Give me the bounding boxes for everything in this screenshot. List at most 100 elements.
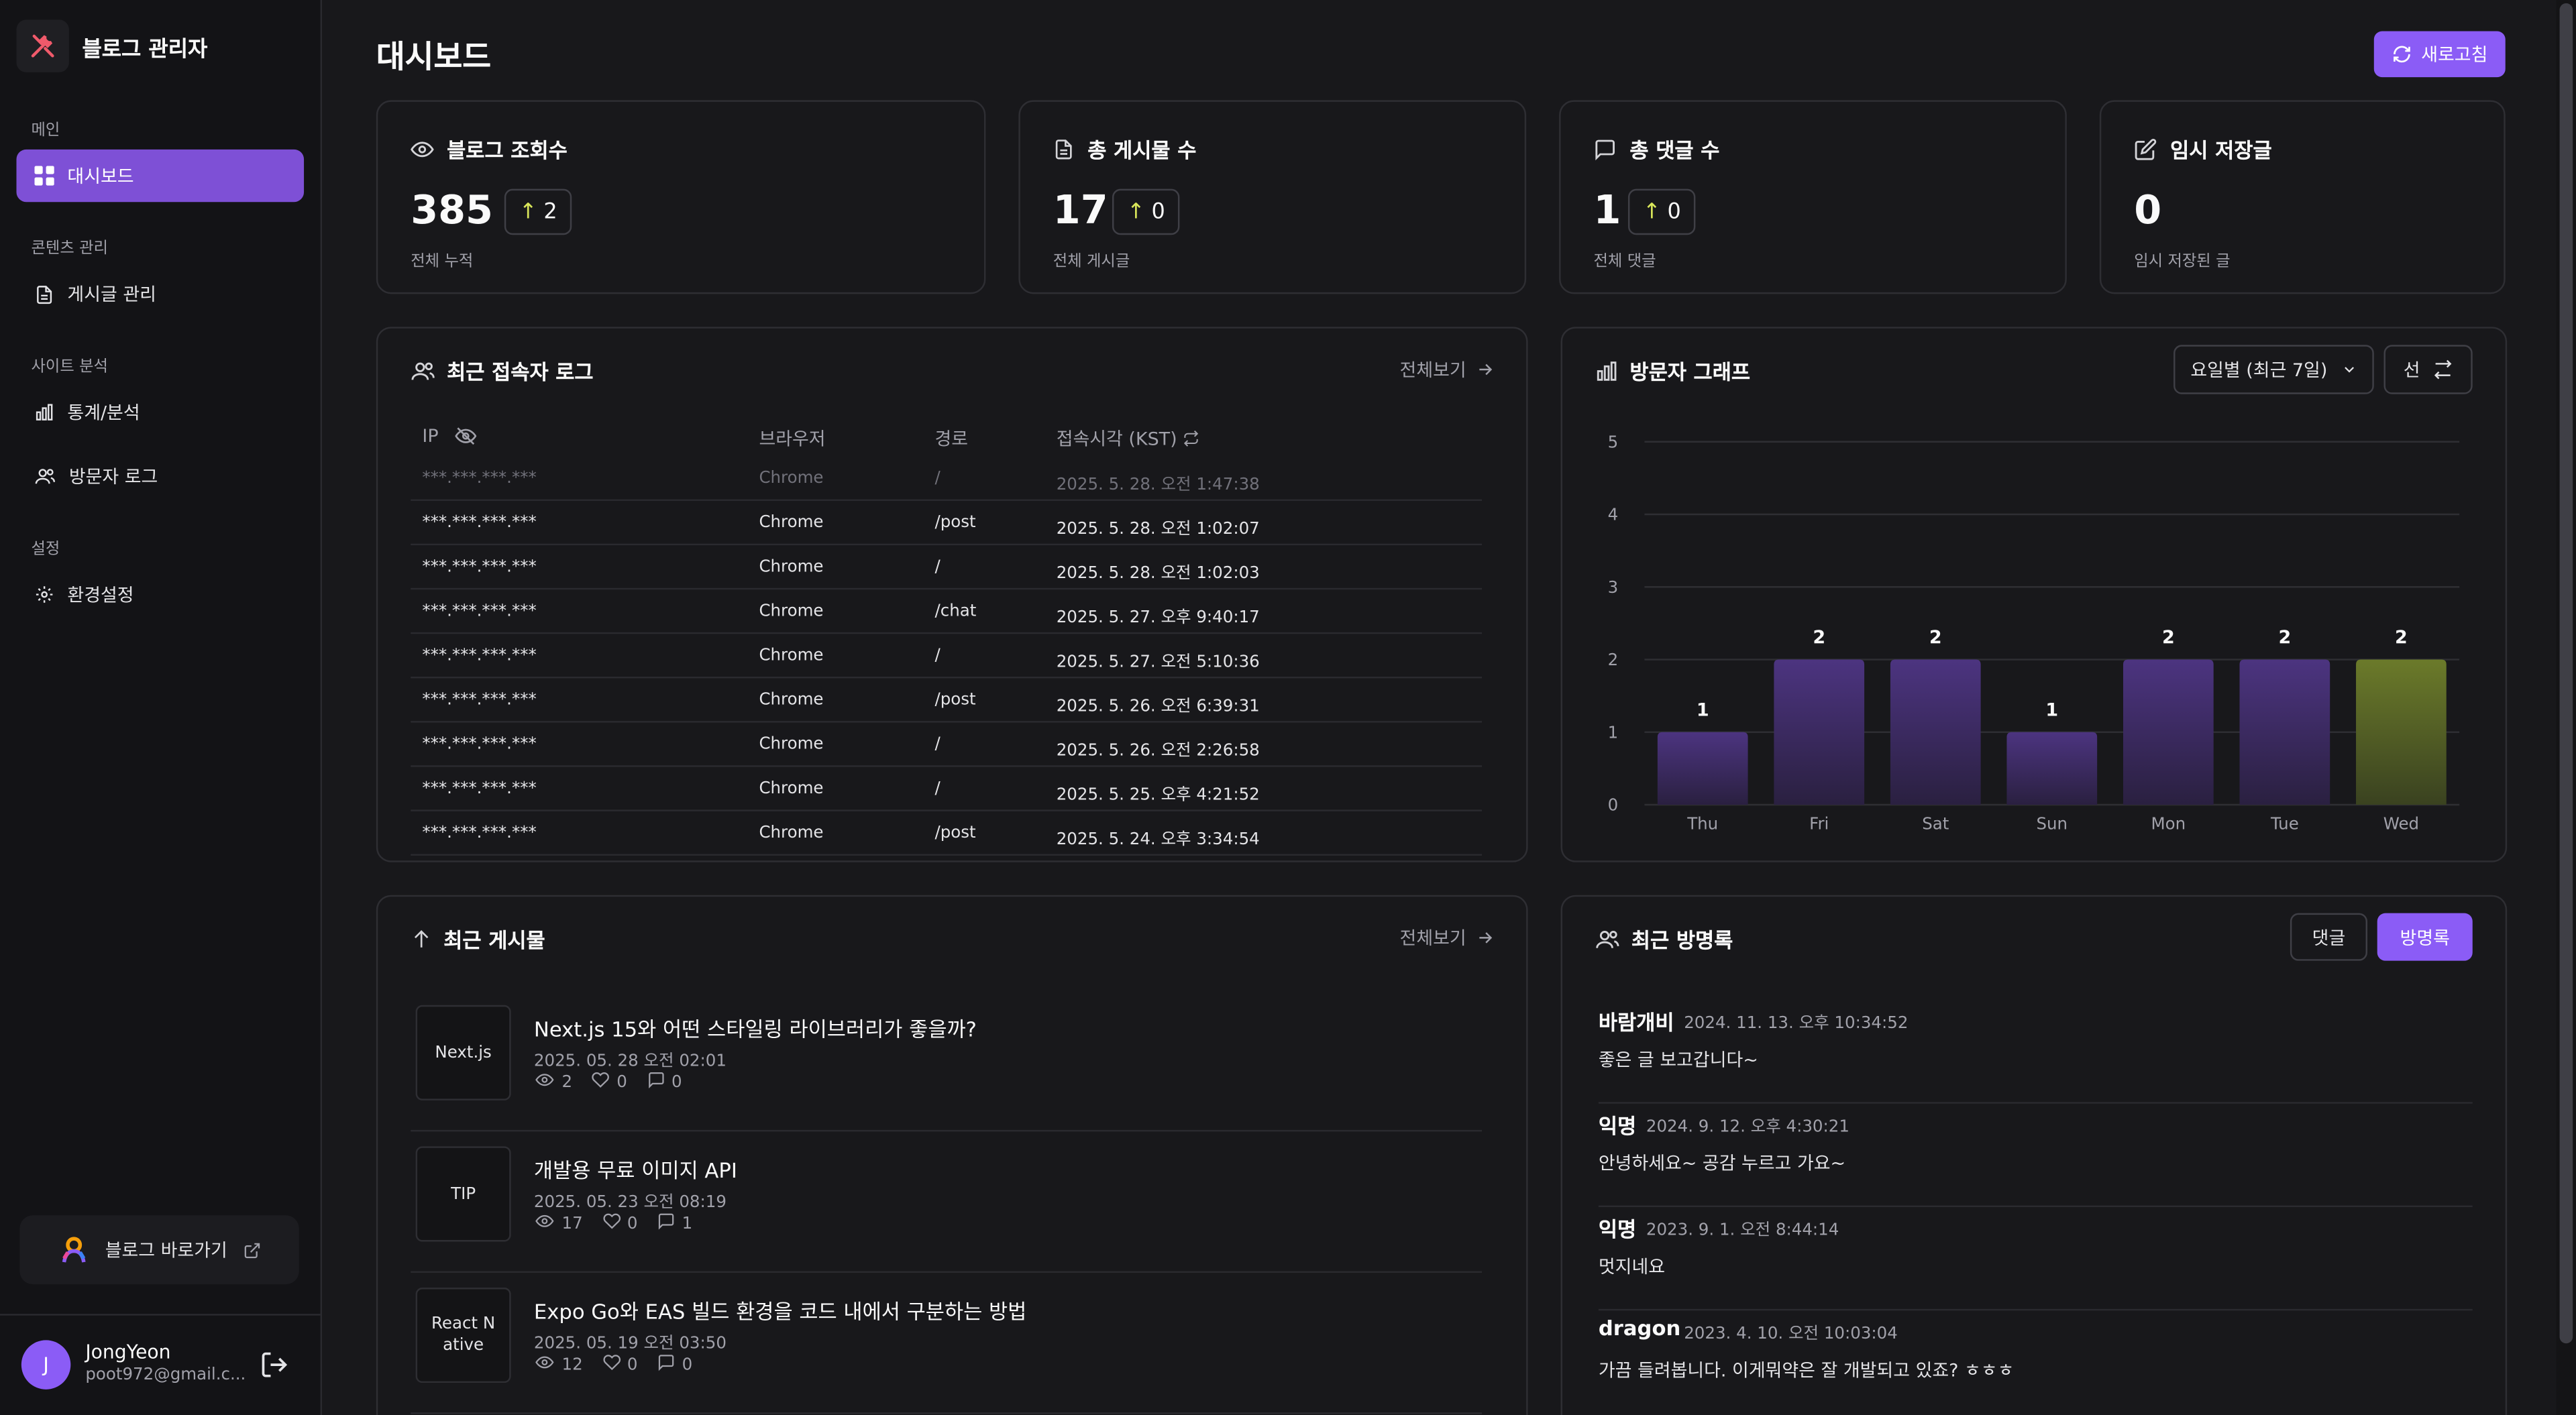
post-title[interactable]: Next.js 15와 어떤 스타일링 라이브러리가 좋을까?	[534, 1012, 977, 1043]
range-select-value: 요일별 (최근 7일)	[2190, 359, 2328, 382]
delta-badge: ↑ 2	[504, 188, 572, 235]
sidebar-item-label: 환경설정	[67, 584, 134, 606]
go-to-blog-label: 블로그 바로가기	[105, 1239, 227, 1261]
post-thumbnail[interactable]: Next.js	[415, 1005, 511, 1100]
stat-label: 총 댓글 수	[1629, 137, 1720, 163]
cell-time: 2025. 5. 27. 오후 9:40:17	[1056, 609, 1260, 628]
x-tick-label: Fri	[1809, 814, 1829, 834]
message-icon	[1595, 139, 1615, 160]
arrow-up-icon: ↑	[1127, 199, 1145, 225]
sidebar-item-posts[interactable]: 게시글 관리	[16, 268, 304, 320]
post-comments: 0	[672, 1073, 682, 1092]
stat-label: 총 게시물 수	[1087, 137, 1197, 163]
bar	[2123, 659, 2214, 805]
grid-icon	[34, 166, 54, 186]
guestbook-card: 최근 방명록 댓글 방명록 바람개비 2024. 11. 13. 오후 10:34…	[1560, 895, 2508, 1415]
delta-badge: ↑ 0	[1112, 188, 1180, 235]
table-row: ***.***.***.*** Chrome/post 2025. 5. 26. 오…	[411, 678, 1482, 723]
view-all-link[interactable]: 전체보기	[1400, 925, 1496, 951]
column-label: 경로	[934, 429, 969, 451]
column-label: 접속시각 (KST)	[1056, 429, 1177, 451]
guestbook-message: 좋은 글 보고갑니다~	[1598, 1049, 1758, 1071]
column-label: IP	[422, 425, 439, 447]
avatar[interactable]: J	[21, 1340, 71, 1390]
card-title-label: 방문자 그래프	[1629, 359, 1751, 385]
sidebar-item-visitor-log[interactable]: 방문자 로그	[16, 450, 304, 502]
guestbook-entry: dragon 2023. 4. 10. 오전 10:03:04 가끔 들려봅니다. …	[1599, 1310, 2473, 1414]
post-date: 2025. 05. 28 오전 02:01	[533, 1052, 727, 1071]
section-label-settings: 설정	[31, 540, 60, 559]
guestbook-entry: 익명 2024. 9. 12. 오후 4:30:21 안녕하세요~ 공감 누르고 가…	[1598, 1104, 2473, 1208]
cell-time: 2025. 5. 27. 오전 5:10:36	[1056, 653, 1260, 672]
cell-ip: ***.***.***.***	[422, 558, 537, 577]
cell-path: /	[934, 646, 941, 665]
stat-label: 블로그 조회수	[447, 137, 568, 163]
sort-toggle-icon	[1185, 430, 1199, 447]
scrollbar[interactable]	[2556, 0, 2576, 1415]
cell-time: 2025. 5. 24. 오후 3:34:54	[1056, 831, 1260, 850]
sidebar-item-dashboard[interactable]: 대시보드	[16, 149, 305, 203]
users-icon	[411, 361, 435, 380]
cell-time: 2025. 5. 28. 오전 1:02:03	[1056, 565, 1260, 583]
brand[interactable]: 블로그 관리자	[16, 19, 207, 72]
bar-chart-icon	[1597, 360, 1617, 380]
refresh-button[interactable]: 새로고침	[2373, 31, 2506, 78]
post-likes: 0	[627, 1214, 638, 1233]
gear-icon	[36, 586, 53, 603]
go-to-blog-button[interactable]: 블로그 바로가기	[19, 1215, 299, 1285]
arrow-right-icon	[1480, 932, 1493, 944]
arrow-up-icon	[414, 929, 429, 947]
column-browser: 브라우저	[759, 425, 825, 451]
post-likes: 0	[627, 1355, 638, 1374]
scrollbar-thumb[interactable]	[2559, 3, 2573, 1344]
logout-icon[interactable]	[260, 1350, 289, 1379]
refresh-icon	[2393, 46, 2410, 63]
stat-card-posts: 총 게시물 수 17 ↑ 0 전체 게시글	[1018, 100, 1527, 294]
post-likes: 0	[616, 1073, 627, 1092]
post-title[interactable]: Expo Go와 EAS 빌드 환경을 코드 내에서 구분하는 방법	[534, 1294, 1026, 1326]
post-item[interactable]: Next.js Next.js 15와 어떤 스타일링 라이브러리가 좋을까? 20…	[411, 990, 1482, 1132]
view-all-link[interactable]: 전체보기	[1400, 356, 1496, 382]
guestbook-author: 익명	[1598, 1216, 1637, 1242]
cell-browser: Chrome	[759, 514, 824, 532]
stat-header: 임시 저장글	[2134, 133, 2272, 164]
guestbook-author: 익명	[1598, 1113, 1637, 1139]
tab-comments[interactable]: 댓글	[2290, 913, 2368, 961]
stat-subtitle: 전체 게시글	[1053, 253, 1130, 272]
post-comments: 0	[682, 1355, 693, 1374]
sidebar-item-settings[interactable]: 환경설정	[16, 568, 304, 620]
cell-browser: Chrome	[759, 824, 824, 843]
post-date: 2025. 05. 19 오전 03:50	[533, 1335, 727, 1353]
chart-type-toggle-button[interactable]: 선	[2383, 345, 2473, 394]
cell-time: 2025. 5. 28. 오전 1:47:38	[1056, 476, 1260, 495]
post-date: 2025. 05. 23 오전 08:19	[533, 1194, 727, 1212]
post-thumbnail[interactable]: React Native	[415, 1288, 511, 1383]
recent-posts-card: 최근 게시물 전체보기 Next.js Next.js 15와 어떤 스타일링 라…	[376, 895, 1528, 1415]
stat-value: 0	[2134, 187, 2162, 233]
heart-icon	[602, 1212, 621, 1235]
y-tick-label: 4	[1608, 505, 1619, 524]
delta-badge: ↑ 0	[1627, 188, 1696, 235]
bar-value-label: 2	[1929, 627, 1942, 648]
swap-icon	[2434, 359, 2452, 380]
post-thumbnail[interactable]: TIP	[415, 1146, 511, 1242]
y-tick-label: 5	[1608, 432, 1619, 451]
range-select[interactable]: 요일별 (최근 7일)	[2174, 345, 2374, 394]
column-time[interactable]: 접속시각 (KST)	[1057, 425, 1200, 451]
cell-ip: ***.***.***.***	[422, 646, 537, 665]
visitor-graph-card: 방문자 그래프 요일별 (최근 7일) 선 0 1 2 3 4 5 1 Thu 2 Fri 2 Sat…	[1560, 327, 2508, 862]
delta-value: 0	[1151, 199, 1165, 225]
post-item[interactable]: React Native Expo Go와 EAS 빌드 환경을 코드 내에서 구…	[411, 1273, 1482, 1414]
eye-off-icon[interactable]	[455, 425, 476, 447]
sidebar-item-label: 대시보드	[67, 166, 134, 188]
cell-time: 2025. 5. 26. 오전 2:26:58	[1056, 742, 1260, 760]
stat-subtitle: 전체 누적	[411, 253, 474, 272]
card-title-label: 최근 접속자 로그	[447, 359, 594, 385]
post-item[interactable]: TIP 개발용 무료 이미지 API 2025. 05. 23 오전 08:19 17…	[411, 1131, 1482, 1273]
sidebar-item-stats[interactable]: 통계/분석	[16, 386, 304, 439]
cell-path: /post	[934, 514, 976, 532]
tab-guestbook[interactable]: 방명록	[2377, 913, 2473, 961]
post-title[interactable]: 개발용 무료 이미지 API	[534, 1153, 737, 1184]
bar	[2356, 659, 2447, 805]
bar-chart-icon	[36, 404, 53, 420]
